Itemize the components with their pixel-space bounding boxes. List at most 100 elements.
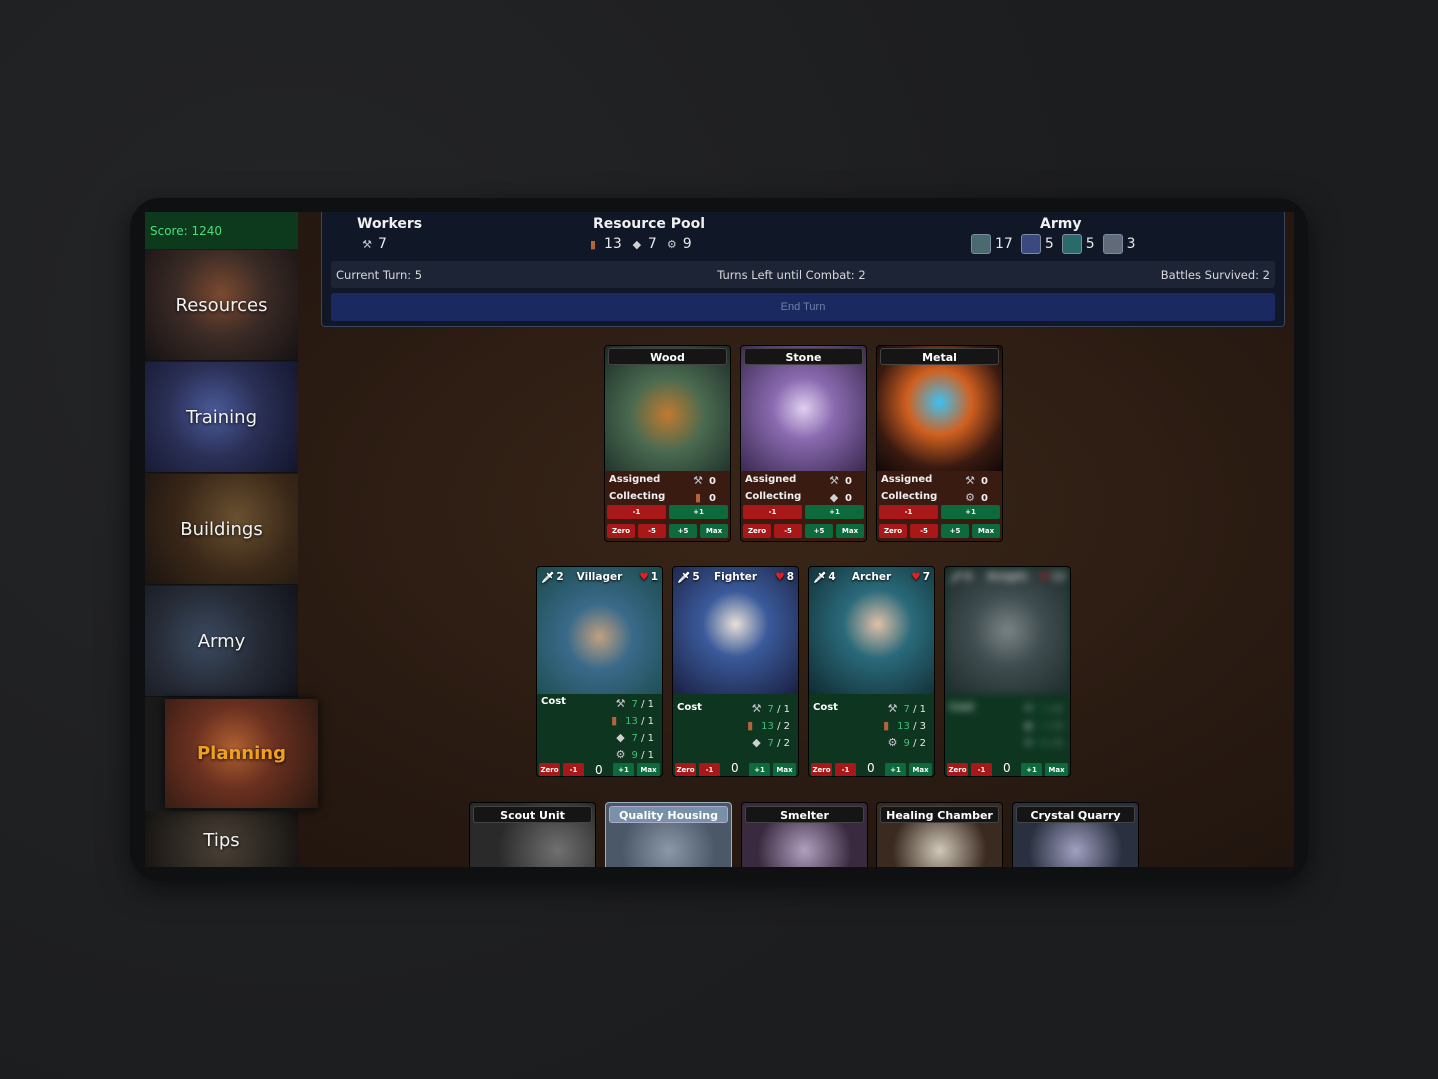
building-title: Scout Unit (473, 806, 592, 823)
cost-wood: ▮ 13 / 2 (747, 719, 790, 732)
stone-plus1-button[interactable]: +1 (805, 505, 864, 519)
cost-metal: ⚙ 9 / 2 (887, 736, 926, 749)
collecting-row: Collecting ⚙ 0 (881, 491, 988, 504)
current-turn: Current Turn: 5 (336, 267, 423, 282)
nav-tips[interactable]: Tips (145, 811, 298, 867)
cost-label: Cost (813, 702, 838, 713)
villager-art (537, 567, 662, 694)
wood-icon: ▮ (695, 491, 702, 504)
unit-card-archer: 🗡 4 Archer ♥ 7 Cost ⚒ 7 / 1 ▮ 13 / 3 ⚙ 9 / 2 … (808, 566, 935, 777)
building-card-scout-unit[interactable]: Scout Unit (469, 802, 596, 867)
villager-max-button[interactable]: Max (637, 763, 660, 776)
workers-count: 7 (378, 236, 387, 252)
metal-plus5-button[interactable]: +5 (941, 524, 969, 538)
fighter-zero-button[interactable]: Zero (675, 763, 696, 776)
turn-info-bar: Current Turn: 5 Turns Left until Combat:… (331, 261, 1275, 288)
stone-max-button[interactable]: Max (836, 524, 864, 538)
knight-max-button[interactable]: Max (1045, 763, 1068, 776)
assigned-row: Assigned ⚒ 0 (881, 474, 988, 487)
cost-stone: ◆ 7 / 2 (752, 736, 790, 749)
nav-resources[interactable]: Resources (145, 250, 298, 361)
unit-name: Knight (987, 571, 1028, 583)
assigned-row: Assigned ⚒ 0 (745, 474, 852, 487)
building-card-quality-housing[interactable]: Quality Housing (605, 802, 732, 867)
villager-minus1-button[interactable]: -1 (563, 763, 584, 776)
unit-card-fighter: 🗡 5 Fighter ♥ 8 Cost ⚒ 7 / 1 ▮ 13 / 2 ◆ 7 / 2… (672, 566, 799, 777)
collecting-row: Collecting ▮ 0 (609, 491, 716, 504)
knight-zero-button[interactable]: Zero (947, 763, 968, 776)
metal-icon: ⚙ (965, 491, 975, 504)
army-archer-count: 5 (1085, 236, 1095, 252)
fighter-plus1-button[interactable]: +1 (749, 763, 770, 776)
archer-zero-button[interactable]: Zero (811, 763, 832, 776)
score-display: Score: 1240 (145, 212, 298, 249)
resource-title: Wood (608, 348, 727, 365)
cost-label: Cost (541, 696, 566, 707)
building-card-healing-chamber[interactable]: Healing Chamber (876, 802, 1003, 867)
wood-minus5-button[interactable]: -5 (638, 524, 666, 538)
army-knight-count: 3 (1126, 236, 1136, 252)
archer-plus1-button[interactable]: +1 (885, 763, 906, 776)
unit-name: Villager (576, 571, 623, 583)
cost-wood: ▮ 13 / 1 (611, 714, 654, 727)
archer-minus1-button[interactable]: -1 (835, 763, 856, 776)
building-card-smelter[interactable]: Smelter (741, 802, 868, 867)
stone-minus5-button[interactable]: -5 (774, 524, 802, 538)
collecting-row: Collecting ◆ 0 (745, 491, 852, 504)
fighter-minus1-button[interactable]: -1 (699, 763, 720, 776)
cost-workers: ⚒ 7 / 2 (1023, 702, 1062, 715)
archer-art (809, 567, 934, 694)
status-panel: Workers ⚒ 7 Resource Pool ▮ 13 ◆ 7 ⚙ 9 Army … (321, 212, 1285, 327)
battles-survived: Battles Survived: 2 (1160, 267, 1270, 282)
cost-wood: ▮ 13 / 3 (883, 719, 926, 732)
fighter-art (673, 567, 798, 694)
cost-metal: ⚙ 9 / 3 (1023, 736, 1062, 749)
workers-row: ⚒ 7 (360, 236, 387, 252)
wood-zero-button[interactable]: Zero (607, 524, 635, 538)
nav-training-label: Training (185, 406, 258, 428)
tools-icon: ⚒ (829, 474, 839, 487)
workers-heading: Workers (357, 216, 423, 232)
stone-plus5-button[interactable]: +5 (805, 524, 833, 538)
stone-icon: ◆ (632, 238, 642, 251)
nav-planning-label: Planning (196, 743, 286, 764)
archer-avatar-icon (1061, 234, 1082, 254)
knight-art (945, 567, 1070, 694)
knight-plus1-button[interactable]: +1 (1021, 763, 1042, 776)
cost-stone: ◆ 7 / 3 (1024, 719, 1062, 732)
nav-buildings[interactable]: Buildings (145, 474, 298, 585)
end-turn-button[interactable]: End Turn (331, 293, 1275, 321)
fighter-avatar-icon (1020, 234, 1041, 254)
stone-minus1-button[interactable]: -1 (743, 505, 802, 519)
metal-minus1-button[interactable]: -1 (879, 505, 938, 519)
wood-minus1-button[interactable]: -1 (607, 505, 666, 519)
unit-card-villager: 🗡 2 Villager ♥ 1 Cost ⚒ 7 / 1 ▮ 13 / 1 ◆ 7 / … (536, 566, 663, 777)
pool-stone: 7 (647, 236, 657, 252)
metal-max-button[interactable]: Max (972, 524, 1000, 538)
wood-max-button[interactable]: Max (700, 524, 728, 538)
stone-zero-button[interactable]: Zero (743, 524, 771, 538)
metal-plus1-button[interactable]: +1 (941, 505, 1000, 519)
villager-zero-button[interactable]: Zero (539, 763, 560, 776)
wood-plus1-button[interactable]: +1 (669, 505, 728, 519)
nav-training[interactable]: Training (145, 362, 298, 473)
archer-max-button[interactable]: Max (909, 763, 932, 776)
metal-zero-button[interactable]: Zero (879, 524, 907, 538)
knight-minus1-button[interactable]: -1 (971, 763, 992, 776)
pool-metal: 9 (682, 236, 692, 252)
nav-planning[interactable]: Planning (165, 699, 318, 809)
army-villager-count: 17 (995, 236, 1013, 252)
wood-plus5-button[interactable]: +5 (669, 524, 697, 538)
metal-minus5-button[interactable]: -5 (910, 524, 938, 538)
nav-army[interactable]: Army (145, 586, 298, 697)
cost-workers: ⚒ 7 / 1 (615, 697, 654, 710)
building-title: Smelter (745, 806, 864, 823)
villager-plus1-button[interactable]: +1 (613, 763, 634, 776)
building-card-crystal-quarry[interactable]: Crystal Quarry (1012, 802, 1139, 867)
archer-count: 0 (867, 761, 875, 775)
assigned-row: Assigned ⚒ 0 (609, 474, 716, 487)
army-row: 17 5 5 3 (971, 234, 1136, 254)
fighter-max-button[interactable]: Max (773, 763, 796, 776)
tools-icon: ⚒ (362, 238, 372, 251)
pool-wood: 13 (604, 236, 622, 252)
